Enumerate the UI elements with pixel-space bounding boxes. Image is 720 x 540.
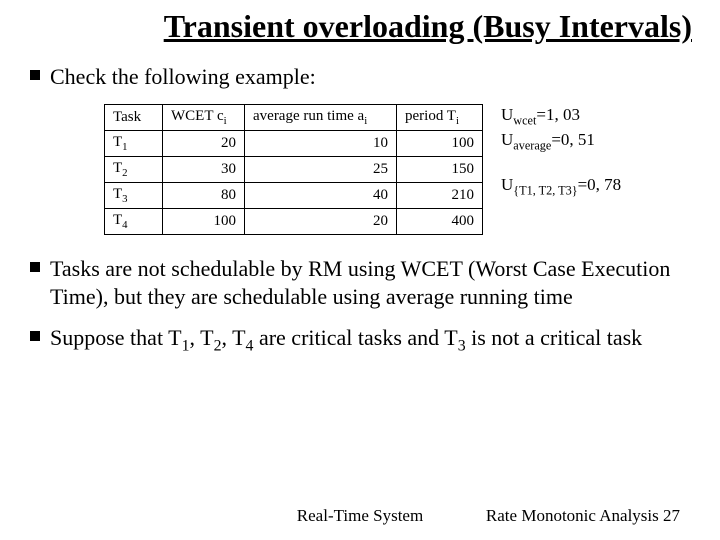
bullet-not-schedulable: Tasks are not schedulable by RM using WC…: [28, 255, 692, 310]
table-row: T3 80 40 210: [105, 183, 483, 209]
u-subset: U{T1, T2, T3}=0, 78: [501, 174, 621, 199]
col-wcet: WCET ci: [163, 105, 245, 131]
page-title: Transient overloading (Busy Intervals): [28, 8, 692, 45]
utilization-notes: Uwcet=1, 03 Uaverage=0, 51 U{T1, T2, T3}…: [501, 104, 621, 199]
footer-center: Real-Time System: [297, 506, 423, 526]
table-row: T1 20 10 100: [105, 131, 483, 157]
bullet-check-example: Check the following example:: [28, 63, 692, 91]
table-row: T2 30 25 150: [105, 157, 483, 183]
bullet-suppose: Suppose that T1, T2, T4 are critical tas…: [28, 324, 692, 356]
col-avg: average run time ai: [245, 105, 397, 131]
u-average: Uaverage=0, 51: [501, 129, 621, 154]
task-table: Task WCET ci average run time ai period …: [104, 104, 483, 235]
example-row: Task WCET ci average run time ai period …: [104, 104, 692, 235]
table-header-row: Task WCET ci average run time ai period …: [105, 105, 483, 131]
slide-footer: Real-Time System Rate Monotonic Analysis…: [0, 506, 720, 526]
footer-right: Rate Monotonic Analysis 27: [486, 506, 680, 526]
col-task: Task: [105, 105, 163, 131]
table-row: T4 100 20 400: [105, 209, 483, 235]
col-period: period Ti: [397, 105, 483, 131]
u-wcet: Uwcet=1, 03: [501, 104, 621, 129]
